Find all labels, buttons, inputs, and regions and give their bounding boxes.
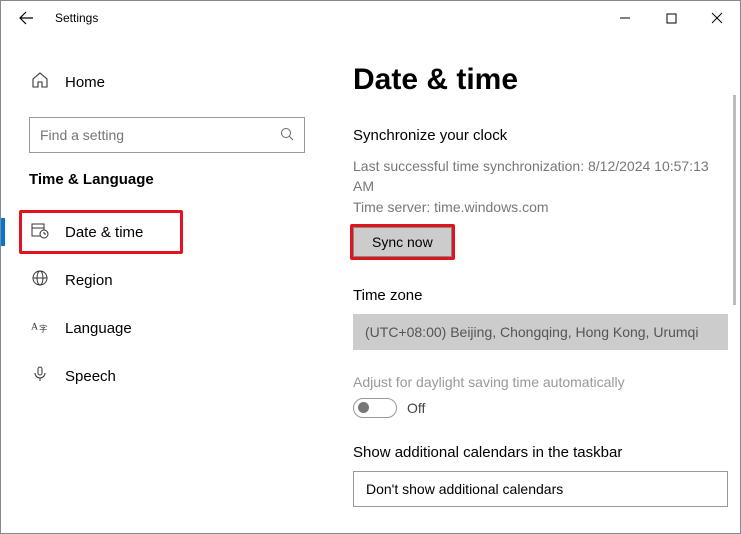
language-icon: A字 [29, 317, 51, 340]
maximize-icon [666, 13, 677, 24]
dst-label: Adjust for daylight saving time automati… [353, 374, 728, 390]
sidebar-item-date-time[interactable]: Date & time [1, 208, 333, 256]
sync-last-line: Last successful time synchronization: 8/… [353, 156, 728, 197]
content-pane: Date & time Synchronize your clock Last … [333, 35, 740, 533]
sync-now-button[interactable]: Sync now [353, 227, 452, 257]
microphone-icon [29, 365, 51, 388]
search-icon [280, 127, 294, 144]
window-title: Settings [55, 11, 98, 25]
sidebar-item-label: Date & time [65, 224, 143, 241]
search-input[interactable] [40, 127, 280, 143]
globe-icon [29, 269, 51, 292]
additional-calendars-dropdown[interactable]: Don't show additional calendars [353, 471, 728, 507]
toggle-knob [358, 402, 369, 413]
sync-now-label: Sync now [372, 234, 433, 250]
sync-heading: Synchronize your clock [353, 127, 728, 144]
sidebar-item-language[interactable]: A字 Language [1, 304, 333, 352]
timezone-dropdown[interactable]: (UTC+08:00) Beijing, Chongqing, Hong Kon… [353, 314, 728, 350]
sync-server-line: Time server: time.windows.com [353, 197, 728, 217]
maximize-button[interactable] [648, 1, 694, 35]
sidebar-item-label: Language [65, 320, 132, 337]
scrollbar[interactable] [733, 95, 736, 305]
dst-toggle-state: Off [407, 400, 425, 416]
sidebar-section-title: Time & Language [29, 171, 305, 194]
sidebar: Home Time & Language Date & time Region [1, 35, 333, 533]
page-title: Date & time [353, 63, 728, 97]
dst-toggle[interactable] [353, 398, 397, 418]
svg-text:A: A [31, 321, 39, 332]
additional-calendars-value: Don't show additional calendars [366, 481, 563, 497]
timezone-label: Time zone [353, 287, 728, 304]
svg-text:字: 字 [39, 323, 47, 333]
timezone-value: (UTC+08:00) Beijing, Chongqing, Hong Kon… [365, 324, 698, 340]
minimize-button[interactable] [602, 1, 648, 35]
back-button[interactable] [11, 3, 41, 33]
sidebar-item-label: Speech [65, 368, 116, 385]
minimize-icon [619, 12, 631, 24]
sidebar-item-region[interactable]: Region [1, 256, 333, 304]
sidebar-item-label: Region [65, 272, 113, 289]
home-icon [29, 71, 51, 94]
sidebar-item-speech[interactable]: Speech [1, 352, 333, 400]
arrow-left-icon [18, 10, 34, 26]
calendar-clock-icon [29, 221, 51, 244]
close-icon [711, 12, 723, 24]
search-box[interactable] [29, 117, 305, 153]
additional-calendars-label: Show additional calendars in the taskbar [353, 444, 728, 461]
home-label: Home [65, 74, 105, 91]
sidebar-home[interactable]: Home [29, 59, 305, 105]
close-button[interactable] [694, 1, 740, 35]
